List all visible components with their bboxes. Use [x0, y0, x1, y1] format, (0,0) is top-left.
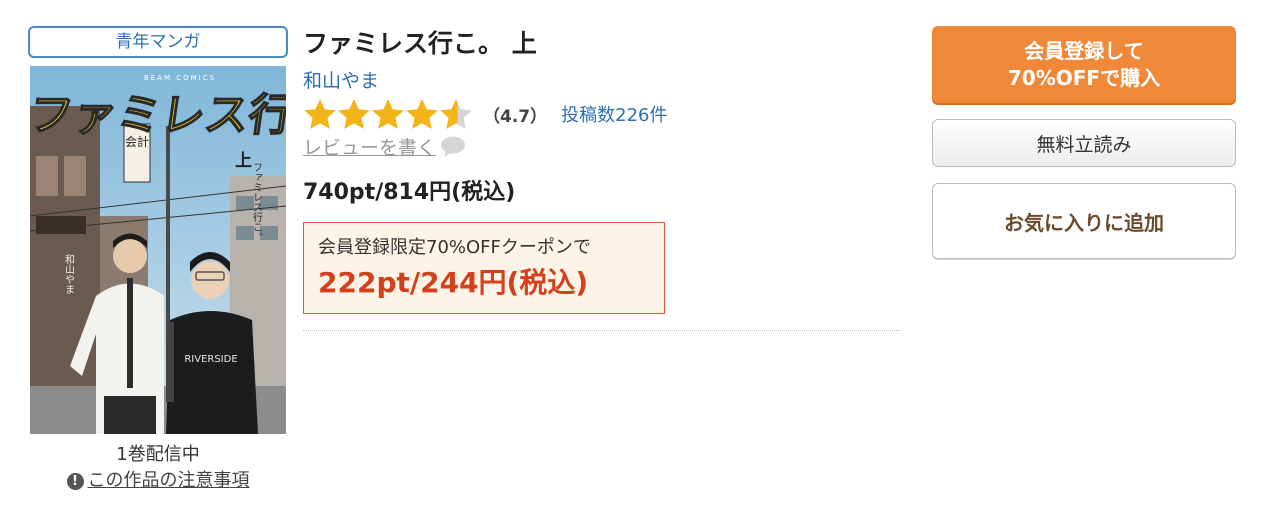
exclamation-circle-icon: !: [66, 473, 84, 490]
speech-bubble-icon: [441, 136, 466, 157]
cover-title-art: ファミレス行こ。: [30, 90, 286, 141]
genre-tag[interactable]: 青年マンガ: [28, 26, 288, 58]
buy-button-line1: 会員登録して: [1024, 38, 1144, 63]
rating-row: （4.7） 投稿数226件: [303, 99, 901, 129]
price-regular: 740pt/814円(税込): [303, 180, 516, 205]
page-title: ファミレス行こ。 上: [303, 29, 537, 58]
cover-illustration: 会計 ファミレス行こ。 上 BEAM COMICS ファミレス行こ。 和山やま: [30, 66, 286, 434]
buy-button-line2: 70%OFFで購入: [1007, 65, 1161, 90]
coupon-label: 会員登録限定70%OFFクーポンで: [318, 237, 591, 258]
star-icon: [372, 99, 404, 129]
cover-shirt-text: RIVERSIDE: [184, 354, 237, 365]
cover-vertical-title: ファミレス行こ。: [251, 162, 263, 242]
author-link[interactable]: 和山やま: [303, 66, 379, 93]
rating-score: （4.7）: [483, 106, 548, 127]
purchase-actions: 会員登録して 70%OFFで購入 無料立読み お気に入りに追加: [932, 26, 1236, 259]
section-divider: [303, 330, 901, 331]
star-icon: [406, 99, 438, 129]
coupon-box: 会員登録限定70%OFFクーポンで 222pt/244円(税込): [303, 222, 665, 314]
star-icon: [304, 99, 336, 129]
book-cover[interactable]: 会計 ファミレス行こ。 上 BEAM COMICS ファミレス行こ。 和山やま: [30, 66, 286, 434]
star-icon: [338, 99, 370, 129]
content-notice[interactable]: ! この作品の注意事項: [28, 466, 288, 492]
content-notice-link[interactable]: この作品の注意事項: [88, 470, 250, 491]
cover-volume-mark: 上: [235, 151, 252, 171]
product-info: ファミレス行こ。 上 和山やま （4.7） 投稿数226件 レビューを書く 74…: [303, 26, 901, 331]
star-rating: [303, 98, 473, 130]
write-review-label: レビューを書く: [303, 137, 437, 159]
free-preview-button[interactable]: 無料立読み: [932, 119, 1236, 167]
cover-label: BEAM COMICS: [144, 74, 216, 82]
review-count-link[interactable]: 投稿数226件: [561, 101, 667, 127]
volume-status: 1巻配信中: [116, 444, 200, 465]
product-left-column: 青年マンガ 会計 ファミレス行こ。 上 BEAM COMICS ファミレス行こ。…: [28, 26, 288, 491]
add-to-favorites-button[interactable]: お気に入りに追加: [932, 183, 1236, 259]
register-and-buy-button[interactable]: 会員登録して 70%OFFで購入: [932, 26, 1236, 103]
star-half-icon: [440, 99, 472, 129]
write-review-link[interactable]: レビューを書く: [303, 133, 466, 160]
coupon-price: 222pt/244円(税込): [318, 266, 589, 299]
cover-author-art: 和山やま: [63, 254, 75, 294]
